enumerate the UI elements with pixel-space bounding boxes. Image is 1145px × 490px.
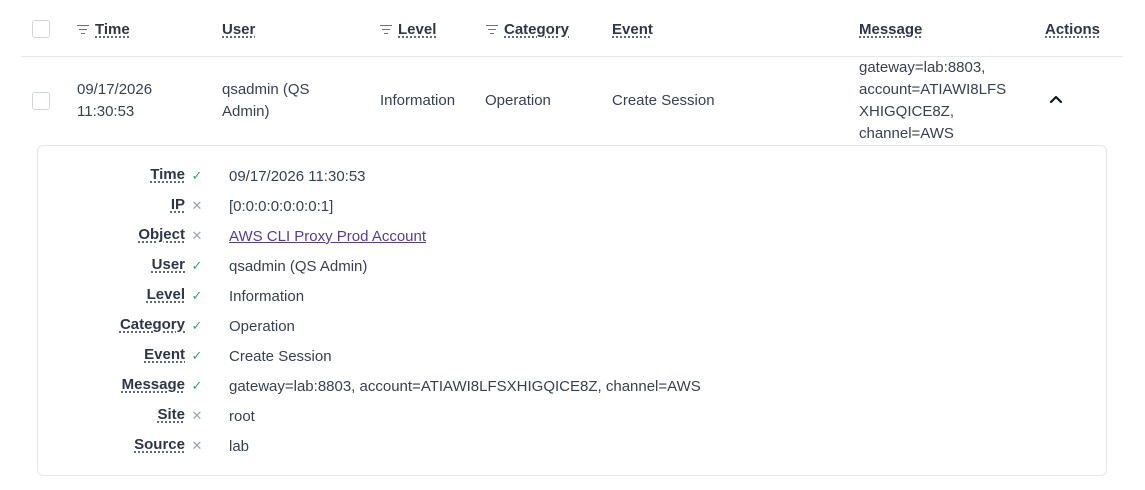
cross-icon: ✕ bbox=[191, 438, 203, 453]
detail-value: 09/17/2026 11:30:53 bbox=[229, 168, 366, 185]
detail-value: Information bbox=[229, 288, 305, 305]
detail-label: Level bbox=[146, 286, 185, 303]
row-user: qsadmin (QS Admin) bbox=[222, 79, 310, 123]
column-header-label: Category bbox=[504, 20, 570, 38]
detail-field-source: Source ✕ lab bbox=[38, 436, 1038, 458]
column-header-label: Time bbox=[95, 20, 130, 38]
check-icon: ✓ bbox=[191, 168, 203, 183]
detail-label: Message bbox=[121, 376, 185, 393]
filter-icon[interactable] bbox=[380, 24, 392, 34]
column-header-label: Message bbox=[859, 20, 923, 38]
column-header-label: Event bbox=[612, 20, 653, 38]
detail-field-event: Event ✓ Create Session bbox=[38, 346, 1038, 368]
row-time: 09/17/2026 11:30:53 bbox=[77, 79, 152, 123]
message-scroll-clip bbox=[859, 46, 1029, 52]
detail-value: [0:0:0:0:0:0:0:1] bbox=[229, 198, 334, 215]
row-detail-panel: Time ✓ 09/17/2026 11:30:53 IP ✕ [0:0:0:0… bbox=[37, 145, 1107, 476]
row-user-line: Admin) bbox=[222, 103, 270, 120]
column-header-message[interactable]: Message bbox=[859, 18, 922, 40]
column-header-actions: Actions bbox=[1045, 18, 1100, 40]
check-icon: ✓ bbox=[191, 348, 203, 363]
detail-value: Create Session bbox=[229, 348, 332, 365]
detail-field-time: Time ✓ 09/17/2026 11:30:53 bbox=[38, 166, 1038, 188]
detail-value: Operation bbox=[229, 318, 295, 335]
check-icon: ✓ bbox=[191, 288, 203, 303]
cross-icon: ✕ bbox=[191, 198, 203, 213]
detail-label: Category bbox=[119, 316, 185, 333]
row-event: Create Session bbox=[612, 92, 715, 109]
detail-field-message: Message ✓ gateway=lab:8803, account=ATIA… bbox=[38, 376, 1038, 398]
row-message-line: account=ATIAWI8LFS bbox=[859, 81, 1007, 98]
column-header-time[interactable]: Time bbox=[77, 18, 130, 40]
detail-label: Site bbox=[157, 406, 185, 423]
column-header-category[interactable]: Category bbox=[486, 18, 569, 40]
object-link[interactable]: AWS CLI Proxy Prod Account bbox=[229, 228, 426, 245]
filter-active-icon[interactable] bbox=[77, 24, 89, 34]
detail-field-user: User ✓ qsadmin (QS Admin) bbox=[38, 256, 1038, 278]
row-message-line: gateway=lab:8803, bbox=[859, 59, 986, 76]
cross-icon: ✕ bbox=[191, 228, 203, 243]
detail-field-category: Category ✓ Operation bbox=[38, 316, 1038, 338]
select-all-checkbox[interactable] bbox=[32, 20, 50, 38]
detail-value: gateway=lab:8803, account=ATIAWI8LFSXHIG… bbox=[229, 378, 701, 395]
check-icon: ✓ bbox=[191, 378, 203, 393]
detail-value: qsadmin (QS Admin) bbox=[229, 258, 368, 275]
detail-label: IP bbox=[170, 196, 185, 213]
detail-label: User bbox=[151, 256, 185, 273]
row-message: gateway=lab:8803, account=ATIAWI8LFS XHI… bbox=[859, 46, 1029, 145]
detail-field-site: Site ✕ root bbox=[38, 406, 1038, 428]
row-checkbox[interactable] bbox=[32, 92, 50, 110]
detail-label: Time bbox=[150, 166, 185, 183]
check-icon: ✓ bbox=[191, 318, 203, 333]
row-message-line: XHIGQICE8Z, bbox=[859, 103, 955, 120]
column-header-level[interactable]: Level bbox=[380, 18, 436, 40]
detail-label: Source bbox=[134, 436, 185, 453]
detail-field-ip: IP ✕ [0:0:0:0:0:0:0:1] bbox=[38, 196, 1038, 218]
row-time-clock: 11:30:53 bbox=[77, 103, 135, 120]
filter-icon[interactable] bbox=[486, 24, 498, 34]
detail-field-object: Object ✕ AWS CLI Proxy Prod Account bbox=[38, 226, 1038, 248]
row-user-line: qsadmin (QS bbox=[222, 81, 310, 98]
cross-icon: ✕ bbox=[191, 408, 203, 423]
column-header-user[interactable]: User bbox=[222, 18, 255, 40]
detail-value: root bbox=[229, 408, 255, 425]
detail-value: lab bbox=[229, 438, 250, 455]
row-level: Information bbox=[380, 92, 456, 109]
column-header-label: User bbox=[222, 20, 256, 38]
detail-field-level: Level ✓ Information bbox=[38, 286, 1038, 308]
row-time-date: 09/17/2026 bbox=[77, 81, 153, 98]
chevron-up-icon[interactable] bbox=[1049, 94, 1063, 104]
row-category: Operation bbox=[485, 92, 551, 109]
column-header-label: Actions bbox=[1045, 20, 1101, 38]
detail-value: AWS CLI Proxy Prod Account bbox=[229, 226, 426, 248]
row-message-line: channel=AWS bbox=[859, 125, 954, 142]
check-icon: ✓ bbox=[191, 258, 203, 273]
detail-label: Object bbox=[138, 226, 185, 243]
column-header-label: Level bbox=[398, 20, 437, 38]
column-header-event[interactable]: Event bbox=[612, 18, 653, 40]
detail-label: Event bbox=[144, 346, 185, 363]
